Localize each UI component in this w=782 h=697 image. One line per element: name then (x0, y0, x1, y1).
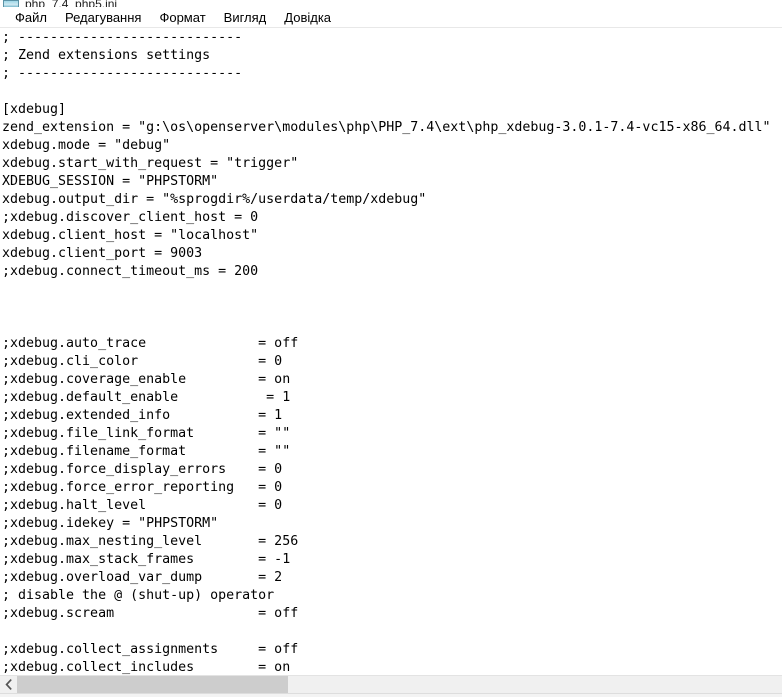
title-bar[interactable]: php_7.4_php5.ini (0, 0, 782, 7)
menu-item-edit[interactable]: Редагування (56, 8, 151, 27)
scrollbar-track[interactable] (17, 676, 782, 693)
menu-item-help[interactable]: Довідка (275, 8, 340, 27)
window-bottom-edge (0, 693, 782, 697)
scroll-left-arrow-icon[interactable] (0, 676, 17, 693)
menu-item-file[interactable]: Файл (6, 8, 56, 27)
notepad-window: php_7.4_php5.ini Файл Редагування Формат… (0, 0, 782, 697)
menu-item-view[interactable]: Вигляд (215, 8, 276, 27)
scrollbar-thumb[interactable] (17, 676, 288, 693)
menu-bar: Файл Редагування Формат Вигляд Довідка (0, 7, 782, 28)
editor-text[interactable]: ; ---------------------------- ; Zend ex… (2, 29, 771, 675)
menu-item-format[interactable]: Формат (150, 8, 214, 27)
text-editor-area[interactable]: ; ---------------------------- ; Zend ex… (0, 28, 782, 675)
window-title: php_7.4_php5.ini (25, 0, 118, 7)
notepad-document-icon (3, 0, 19, 7)
horizontal-scrollbar[interactable] (0, 675, 782, 693)
